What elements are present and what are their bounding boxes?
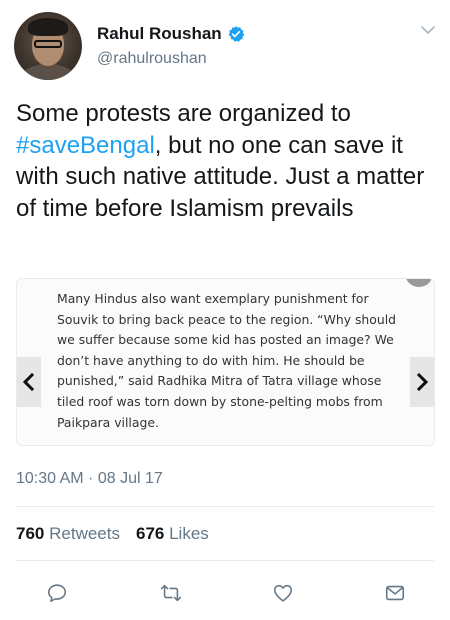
author-name-row[interactable]: Rahul Roushan xyxy=(97,24,245,44)
tweet-text: Some protests are organized to #saveBeng… xyxy=(16,98,436,224)
tweet-actions xyxy=(0,580,450,608)
like-icon xyxy=(273,584,293,602)
retweets-label: Retweets xyxy=(49,524,120,543)
chevron-right-icon xyxy=(416,372,429,392)
tweet-text-before: Some protests are organized to xyxy=(16,100,351,127)
card-prev-button[interactable] xyxy=(17,357,41,407)
retweet-button[interactable] xyxy=(158,580,184,606)
divider xyxy=(16,560,434,561)
retweets-stat[interactable]: 760 Retweets xyxy=(16,524,120,544)
likes-count: 676 xyxy=(135,524,165,543)
like-button[interactable] xyxy=(270,580,296,606)
image-card[interactable]: Many Hindus also want exemplary punishme… xyxy=(16,278,435,446)
likes-label: Likes xyxy=(169,524,209,543)
author-handle[interactable]: @rahulroushan xyxy=(97,50,207,68)
chevron-left-icon xyxy=(22,372,35,392)
reply-icon xyxy=(47,584,67,603)
author-name[interactable]: Rahul Roushan xyxy=(97,24,222,44)
verified-badge-icon xyxy=(228,26,244,42)
share-icon xyxy=(385,585,405,601)
share-button[interactable] xyxy=(382,580,408,606)
divider xyxy=(16,506,434,507)
tweet-stats: 760 Retweets 676 Likes xyxy=(16,524,209,544)
card-quote-text: Many Hindus also want exemplary punishme… xyxy=(57,291,397,430)
likes-stat[interactable]: 676 Likes xyxy=(136,524,209,544)
retweet-icon xyxy=(160,584,182,602)
chevron-down-icon[interactable] xyxy=(420,22,436,38)
card-next-button[interactable] xyxy=(410,357,434,407)
hashtag-link[interactable]: #saveBengal xyxy=(16,132,155,159)
tweet-header: Rahul Roushan @rahulroushan xyxy=(0,0,450,90)
tweet-timestamp[interactable]: 10:30 AM · 08 Jul 17 xyxy=(16,470,163,488)
avatar[interactable] xyxy=(14,12,82,80)
retweets-count: 760 xyxy=(16,524,45,543)
reply-button[interactable] xyxy=(44,580,70,606)
card-scroll-indicator xyxy=(406,279,432,287)
